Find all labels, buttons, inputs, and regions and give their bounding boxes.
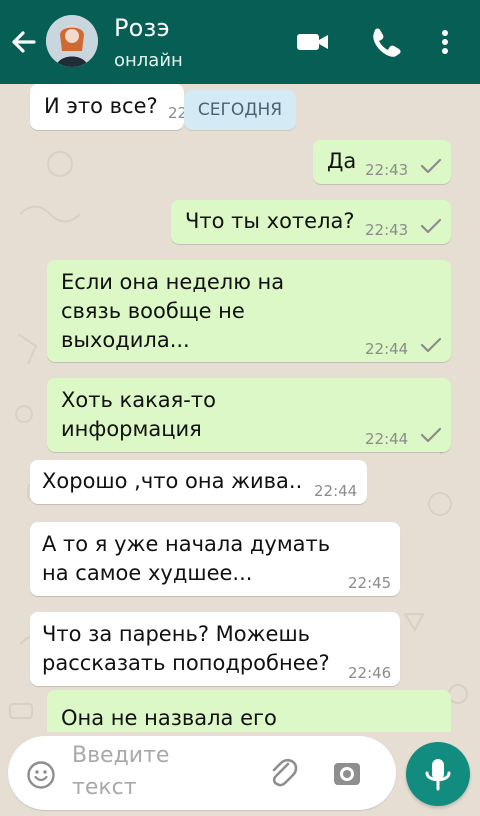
emoji-icon[interactable] bbox=[26, 760, 56, 790]
microphone-button[interactable] bbox=[406, 742, 470, 806]
back-arrow-icon bbox=[12, 31, 36, 53]
contact-name[interactable]: Розэ bbox=[114, 14, 170, 42]
sent-check-icon bbox=[420, 427, 442, 443]
phone-call-button[interactable] bbox=[366, 22, 404, 62]
video-call-icon bbox=[297, 34, 328, 50]
chat-header: Розэ онлайн bbox=[0, 0, 480, 84]
sent-check-icon bbox=[420, 158, 442, 174]
message-time: 22:43 bbox=[365, 161, 409, 179]
message-text: Да bbox=[327, 149, 357, 173]
date-divider: СЕГОДНЯ bbox=[184, 90, 296, 130]
message-text: А то я уже начала думать на самое худшее… bbox=[42, 532, 331, 585]
message-text: Что за парень? Можешь рассказать поподро… bbox=[42, 622, 330, 675]
message-bubble-7[interactable]: А то я уже начала думать на самое худшее… bbox=[30, 522, 400, 596]
message-text: Она не назвала его bbox=[61, 706, 277, 730]
phone-icon bbox=[373, 28, 401, 57]
back-button[interactable] bbox=[8, 22, 40, 62]
message-bubble-2[interactable]: Да 22:43 bbox=[313, 140, 451, 184]
contact-avatar[interactable] bbox=[46, 15, 98, 67]
message-text: Хоть какая-то информация bbox=[61, 388, 216, 441]
attach-icon[interactable] bbox=[266, 756, 298, 792]
message-text: Если она неделю на связь вообще не выход… bbox=[61, 270, 285, 352]
message-bubble-4[interactable]: Если она неделю на связь вообще не выход… bbox=[47, 260, 451, 362]
sent-check-icon bbox=[420, 218, 442, 234]
message-text: Что ты хотела? bbox=[185, 209, 355, 233]
message-bubble-1[interactable]: И это все? 22 bbox=[30, 84, 187, 130]
message-time: 22:43 bbox=[365, 221, 409, 239]
contact-status: онлайн bbox=[114, 50, 183, 71]
message-time: 22:45 bbox=[348, 574, 392, 592]
message-text: Хорошо ,что она жива.. bbox=[42, 469, 303, 493]
message-bubble-6[interactable]: Хорошо ,что она жива.. 22:44 bbox=[30, 460, 367, 504]
camera-icon[interactable] bbox=[330, 757, 364, 791]
message-bubble-5[interactable]: Хоть какая-то информация 22:44 bbox=[47, 378, 451, 452]
more-icon bbox=[442, 30, 448, 54]
sent-check-icon bbox=[420, 337, 442, 353]
more-options-button[interactable] bbox=[428, 22, 462, 62]
message-time: 22:46 bbox=[348, 664, 392, 682]
message-bubble-9[interactable]: Она не назвала его bbox=[47, 690, 451, 732]
message-time: 22:44 bbox=[314, 482, 358, 500]
message-time: 22:44 bbox=[365, 430, 409, 448]
message-text: И это все? bbox=[44, 94, 158, 118]
message-placeholder: Введите текст bbox=[72, 743, 170, 800]
microphone-icon bbox=[425, 759, 451, 791]
video-call-button[interactable] bbox=[294, 22, 332, 62]
message-time: 22:44 bbox=[365, 340, 409, 358]
chat-area[interactable]: И это все? 22 СЕГОДНЯ Да 22:43 Что ты хо… bbox=[0, 84, 480, 732]
message-bubble-8[interactable]: Что за парень? Можешь рассказать поподро… bbox=[30, 612, 400, 686]
message-bubble-3[interactable]: Что ты хотела? 22:43 bbox=[171, 200, 451, 244]
